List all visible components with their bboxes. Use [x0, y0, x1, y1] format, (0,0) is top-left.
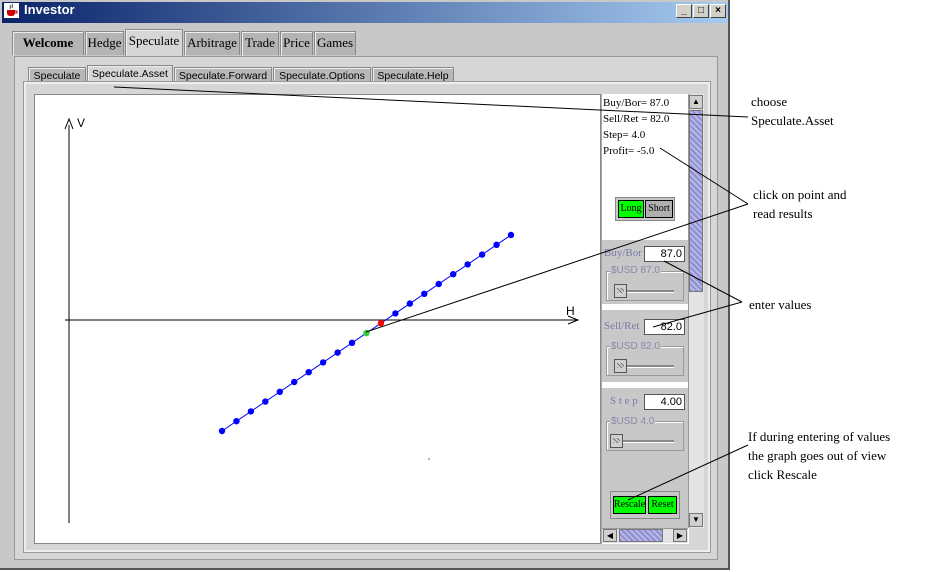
annotation-enter: enter values: [749, 297, 812, 312]
annotation-rescale-3: click Rescale: [748, 467, 817, 482]
annotation-choose-1: choose: [751, 94, 788, 109]
annotation-choose-2: Speculate.Asset: [751, 113, 834, 128]
annotation-lines: [113, 86, 749, 501]
annotation-click-1: click on point and: [753, 187, 847, 202]
annotation-rescale-2: the graph goes out of view: [748, 448, 887, 463]
annotation-rescale-1: If during entering of values: [748, 429, 891, 444]
annotation-click-2: read results: [753, 206, 813, 221]
